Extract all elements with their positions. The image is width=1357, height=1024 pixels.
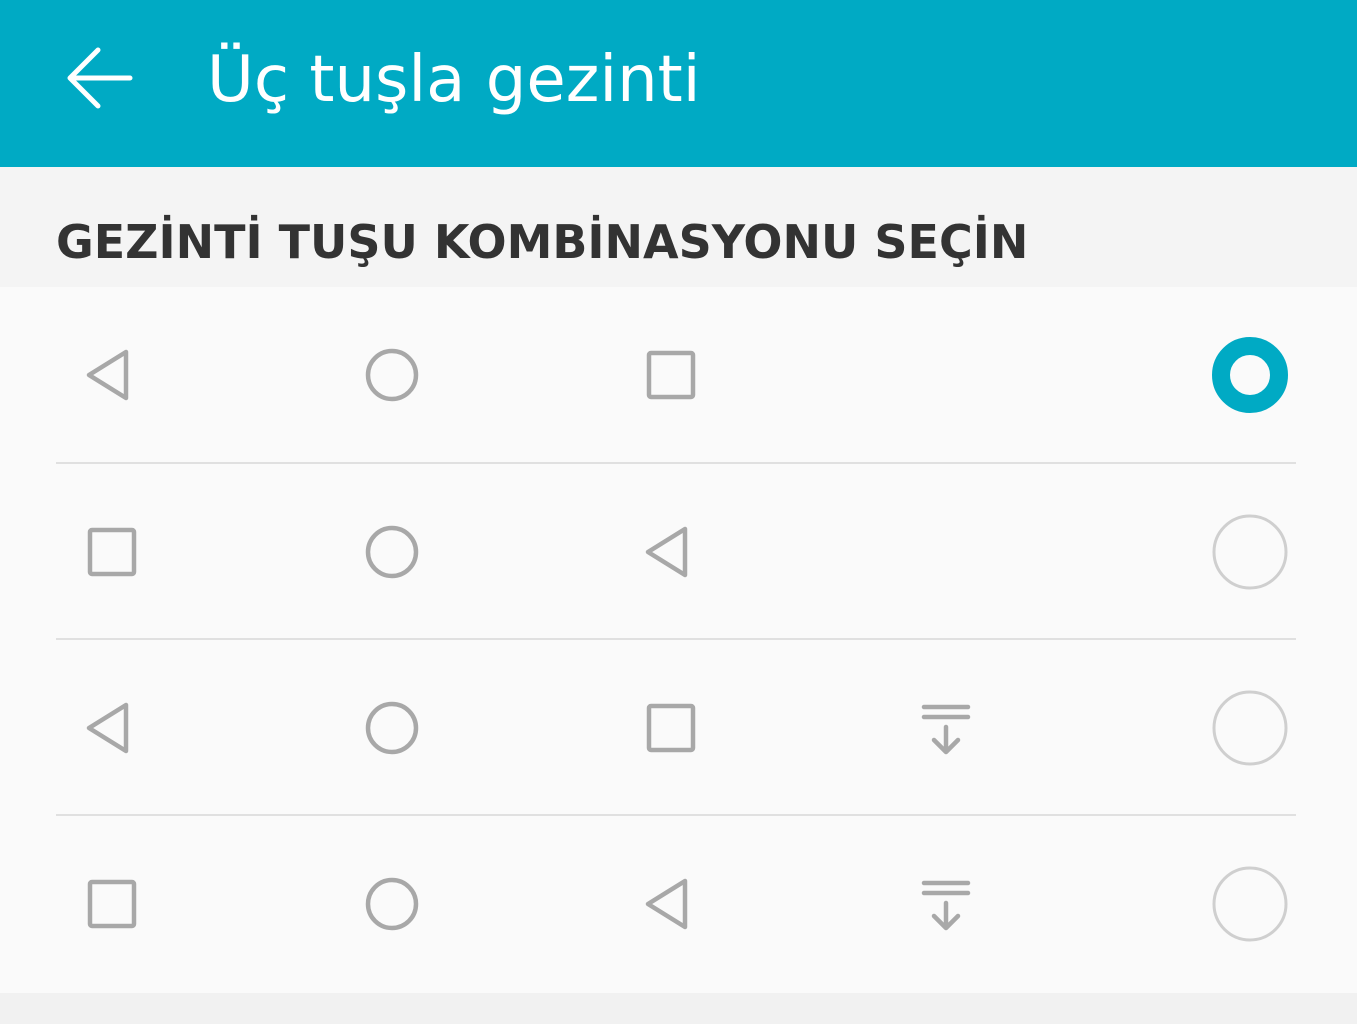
notification-pulldown-icon [906, 640, 986, 816]
back-triangle-icon [631, 816, 711, 992]
recents-square-icon [72, 816, 152, 992]
option-row[interactable] [0, 816, 1357, 992]
radio-selected[interactable] [1210, 335, 1290, 415]
arrow-left-icon [67, 47, 133, 109]
option-row[interactable] [0, 464, 1357, 640]
home-circle-icon [352, 287, 432, 463]
recents-square-icon [631, 640, 711, 816]
notification-pulldown-icon [906, 816, 986, 992]
page-title: Üç tuşla gezinti [207, 43, 701, 117]
home-circle-icon [352, 464, 432, 640]
radio-unselected[interactable] [1210, 512, 1290, 592]
back-triangle-icon [72, 287, 152, 463]
option-row[interactable] [0, 640, 1357, 816]
recents-square-icon [631, 287, 711, 463]
home-circle-icon [352, 816, 432, 992]
app-bar: Üç tuşla gezinti [0, 0, 1357, 167]
back-button[interactable] [52, 30, 148, 126]
option-row[interactable] [0, 287, 1357, 463]
navigation-key-options [0, 287, 1357, 993]
bottom-area [0, 993, 1357, 1024]
recents-square-icon [72, 464, 152, 640]
home-circle-icon [352, 640, 432, 816]
radio-unselected[interactable] [1210, 864, 1290, 944]
radio-unselected[interactable] [1210, 688, 1290, 768]
section-title: GEZİNTİ TUŞU KOMBİNASYONU SEÇİN [56, 215, 1029, 269]
back-triangle-icon [631, 464, 711, 640]
back-triangle-icon [72, 640, 152, 816]
